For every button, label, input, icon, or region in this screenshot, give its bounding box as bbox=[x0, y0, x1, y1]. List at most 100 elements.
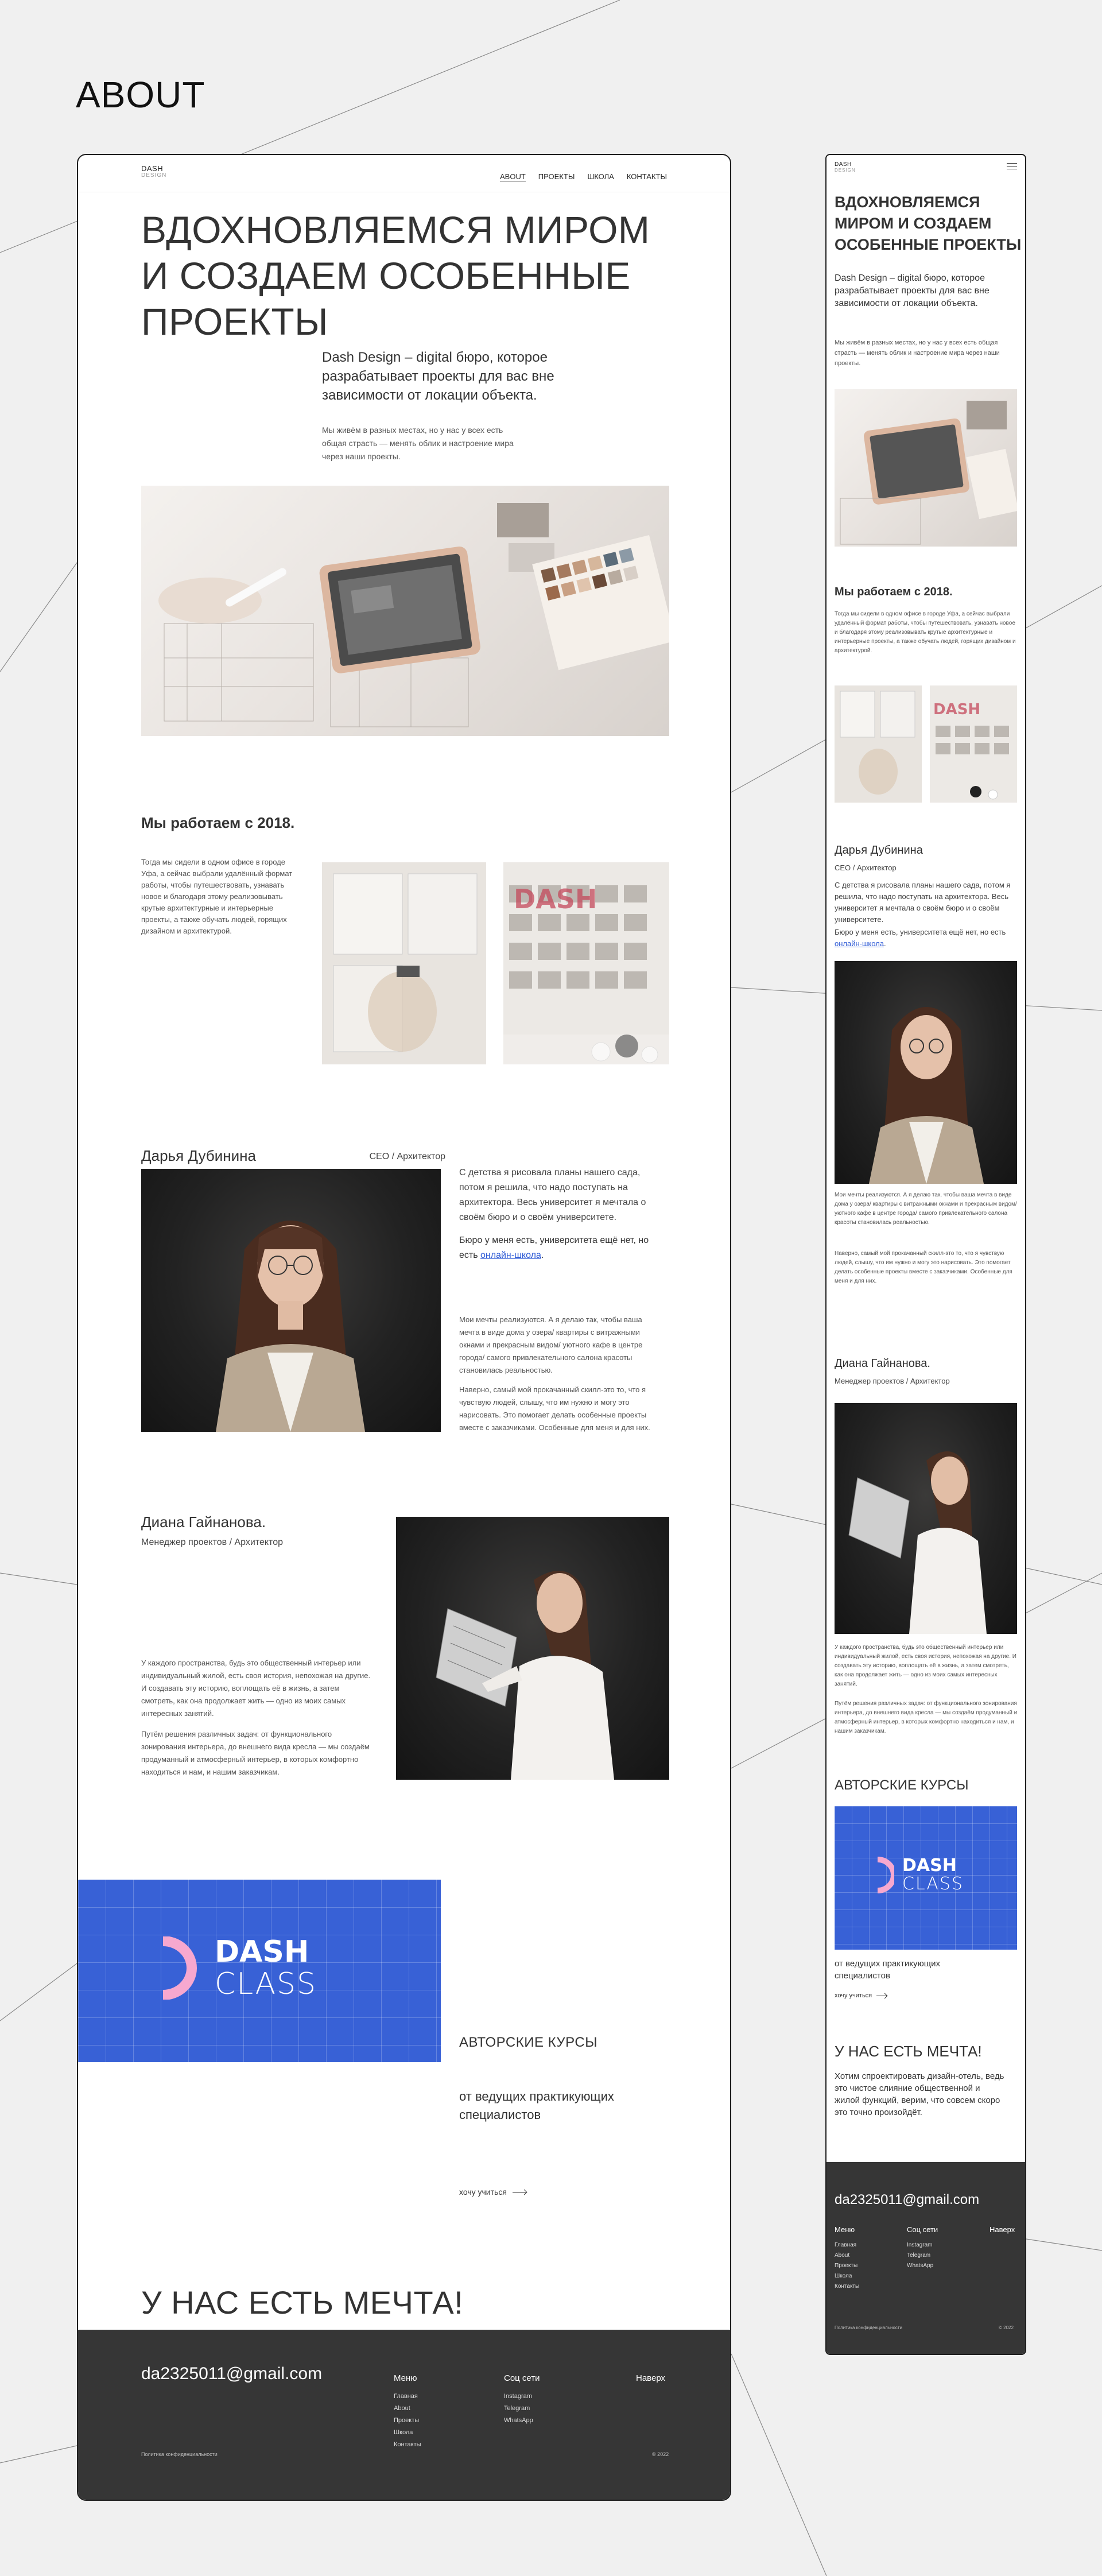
dash-class-banner[interactable]: DASH CLASS bbox=[78, 1880, 441, 2062]
mobile-frame: DASH DESIGN ВДОХНОВЛЯЕМСЯ МИРОМ И СОЗДАЕ… bbox=[825, 154, 1026, 2355]
desktop-footer: da2325011@gmail.com Меню Главная About П… bbox=[78, 2330, 730, 2500]
person2-role: Менеджер проектов / Архитектор bbox=[141, 1537, 283, 1547]
dash-class-wordmark: DASH CLASS bbox=[215, 1936, 317, 2000]
work-text: Тогда мы сидели в одном офисе в городе У… bbox=[141, 858, 293, 935]
mobile-footer-social-item[interactable]: WhatsApp bbox=[907, 2261, 933, 2271]
person2-photo-illustration bbox=[436, 1571, 614, 1780]
desktop-header: DASH DESIGN ABOUT ПРОЕКТЫ ШКОЛА КОНТАКТЫ bbox=[141, 165, 667, 191]
office-photo-1-illustration bbox=[333, 873, 478, 1052]
want-to-learn-link[interactable]: хочу учиться bbox=[459, 2187, 526, 2197]
mobile-dash-class-logo: DASH CLASS bbox=[875, 1857, 964, 1893]
mobile-dash-logo-mark-icon bbox=[877, 1857, 894, 1893]
back-to-top-link[interactable]: Наверх bbox=[636, 2373, 665, 2383]
copyright: © 2022 bbox=[652, 2451, 669, 2457]
mobile-want-to-learn-link[interactable]: хочу учиться bbox=[835, 1992, 887, 1999]
mobile-hero-photo-illustration bbox=[840, 401, 1017, 545]
mobile-logo-name: DASH bbox=[835, 161, 852, 168]
mobile-person2-text-1: У каждого пространства, будь это обществ… bbox=[835, 1644, 1016, 1687]
mobile-person2-photo bbox=[835, 1403, 1017, 1634]
mobile-person1-photo bbox=[835, 961, 1017, 1184]
mobile-back-to-top-link[interactable]: Наверх bbox=[990, 2225, 1015, 2234]
person2-text-1: У каждого пространства, будь это обществ… bbox=[141, 1659, 371, 1718]
footer-email[interactable]: da2325011@gmail.com bbox=[141, 2364, 322, 2384]
nav-about[interactable]: ABOUT bbox=[500, 172, 526, 181]
footer-social-item[interactable]: WhatsApp bbox=[504, 2415, 533, 2427]
mobile-copyright: © 2022 bbox=[999, 2325, 1014, 2330]
mobile-footer-menu-item[interactable]: Школа bbox=[835, 2271, 859, 2281]
footer-menu-heading: Меню bbox=[394, 2373, 417, 2383]
mobile-person2-photo-illustration bbox=[848, 1451, 987, 1634]
mobile-office-photo-2-illustration: DASH bbox=[933, 701, 1009, 800]
mobile-work-text: Тогда мы сидели в одном офисе в городе У… bbox=[835, 611, 1016, 654]
footer-menu: Главная About Проекты Школа Контакты bbox=[394, 2391, 421, 2451]
mobile-footer-menu-item[interactable]: Главная bbox=[835, 2240, 859, 2250]
mobile-person2-name: Диана Гайнанова. bbox=[835, 1357, 930, 1370]
mobile-footer-menu-item[interactable]: Контакты bbox=[835, 2281, 859, 2292]
mobile-person1-photo-illustration bbox=[869, 1007, 984, 1184]
desktop-frame: DASH DESIGN ABOUT ПРОЕКТЫ ШКОЛА КОНТАКТЫ… bbox=[77, 154, 731, 2501]
footer-social-item[interactable]: Instagram bbox=[504, 2391, 533, 2403]
mobile-footer-menu-item[interactable]: About bbox=[835, 2250, 859, 2261]
mobile-person1-text-4: Наверно, самый мой прокачанный скилл-это… bbox=[835, 1250, 1012, 1284]
mobile-courses-text: от ведущих практикующих специалистов bbox=[835, 1959, 940, 1981]
page-title: ABOUT bbox=[76, 74, 205, 115]
person2-name: Диана Гайнанова. bbox=[141, 1513, 266, 1531]
person2-photo bbox=[396, 1517, 669, 1780]
office-photo-2-illustration: DASH bbox=[503, 884, 669, 1064]
mobile-work-heading: Мы работаем с 2018. bbox=[835, 586, 953, 598]
dash-class-logo: DASH CLASS bbox=[158, 1936, 317, 2000]
person2-text-2: Путём решения различных задач: от функци… bbox=[141, 1730, 370, 1776]
mobile-hero-photo bbox=[835, 389, 1017, 547]
person1-photo-illustration bbox=[216, 1221, 365, 1432]
mobile-footer-social-item[interactable]: Instagram bbox=[907, 2240, 933, 2250]
hero-heading: ВДОХНОВЛЯЕМСЯ МИРОМ И СОЗДАЕМ ОСОБЕННЫЕ … bbox=[141, 208, 650, 343]
nav-contacts[interactable]: КОНТАКТЫ bbox=[627, 172, 667, 181]
mobile-dream-text: Хотим спроектировать дизайн-отель, ведь … bbox=[835, 2071, 1004, 2117]
mobile-office-photo-1 bbox=[835, 685, 922, 803]
mobile-person1-text-2: Бюро у меня есть, университета ещё нет, … bbox=[835, 927, 1018, 950]
mobile-hero-heading: ВДОХНОВЛЯЕМСЯ МИРОМ И СОЗДАЕМ ОСОБЕННЫЕ … bbox=[835, 193, 1022, 253]
footer-menu-item[interactable]: Проекты bbox=[394, 2415, 421, 2427]
nav-projects[interactable]: ПРОЕКТЫ bbox=[538, 172, 575, 181]
person1-text-1: С детства я рисовала планы нашего сада, … bbox=[459, 1168, 646, 1222]
footer-menu-item[interactable]: Главная bbox=[394, 2391, 421, 2403]
office-photo-2: DASH bbox=[503, 862, 669, 1064]
mobile-hero-small-text: Мы живём в разных местах, но у нас у все… bbox=[835, 339, 1000, 367]
mobile-online-school-link[interactable]: онлайн-школа bbox=[835, 939, 884, 948]
person1-text-3: Мои мечты реализуются. А я делаю так, чт… bbox=[459, 1315, 643, 1374]
dash-logo-mark-icon bbox=[162, 1936, 197, 2000]
privacy-link[interactable]: Политика конфиденциальности bbox=[141, 2451, 218, 2457]
mobile-privacy-link[interactable]: Политика конфиденциальности bbox=[835, 2325, 902, 2330]
mobile-dream-heading: У НАС ЕСТЬ МЕЧТА! bbox=[835, 2043, 982, 2060]
mobile-footer-social: Instagram Telegram WhatsApp bbox=[907, 2240, 933, 2271]
footer-menu-item[interactable]: About bbox=[394, 2403, 421, 2415]
mobile-dash-class-banner[interactable]: DASH CLASS bbox=[835, 1806, 1017, 1950]
person1-name: Дарья Дубинина bbox=[141, 1147, 256, 1164]
hero-small-text: Мы живём в разных местах, но у нас у все… bbox=[322, 425, 514, 461]
svg-text:DASH: DASH bbox=[514, 884, 597, 915]
person1-text-2: Бюро у меня есть, университета ещё нет, … bbox=[459, 1233, 660, 1263]
svg-text:DASH: DASH bbox=[933, 701, 980, 718]
mobile-want-to-learn-label: хочу учиться bbox=[835, 1992, 872, 1999]
mobile-person1-text-3: Мои мечты реализуются. А я делаю так, чт… bbox=[835, 1192, 1017, 1226]
courses-text: от ведущих практикующих специалистов bbox=[459, 2089, 614, 2122]
online-school-link[interactable]: онлайн-школа bbox=[480, 1250, 541, 1260]
mobile-logo-sub: DESIGN bbox=[835, 168, 856, 173]
person1-photo bbox=[141, 1169, 441, 1432]
mobile-footer-menu-item[interactable]: Проекты bbox=[835, 2261, 859, 2271]
menu-burger-icon[interactable] bbox=[1007, 163, 1017, 170]
mobile-person2-role: Менеджер проектов / Архитектор bbox=[835, 1377, 950, 1385]
dream-heading: У НАС ЕСТЬ МЕЧТА! bbox=[141, 2284, 464, 2321]
footer-menu-item[interactable]: Школа bbox=[394, 2427, 421, 2439]
mobile-person1-text-1: С детства я рисовала планы нашего сада, … bbox=[835, 881, 1011, 924]
mobile-person1-text-2-end: . bbox=[884, 939, 886, 948]
footer-social-item[interactable]: Telegram bbox=[504, 2403, 533, 2415]
footer-menu-item[interactable]: Контакты bbox=[394, 2439, 421, 2451]
nav-school[interactable]: ШКОЛА bbox=[587, 172, 614, 181]
mobile-office-photo-1-illustration bbox=[840, 691, 915, 795]
mobile-footer-social-item[interactable]: Telegram bbox=[907, 2250, 933, 2261]
mobile-footer-email[interactable]: da2325011@gmail.com bbox=[835, 2192, 979, 2208]
footer-social: Instagram Telegram WhatsApp bbox=[504, 2391, 533, 2427]
mobile-logo[interactable]: DASH DESIGN bbox=[835, 162, 856, 173]
mobile-person1-text-2-start: Бюро у меня есть, университета ещё нет, … bbox=[835, 928, 1006, 936]
